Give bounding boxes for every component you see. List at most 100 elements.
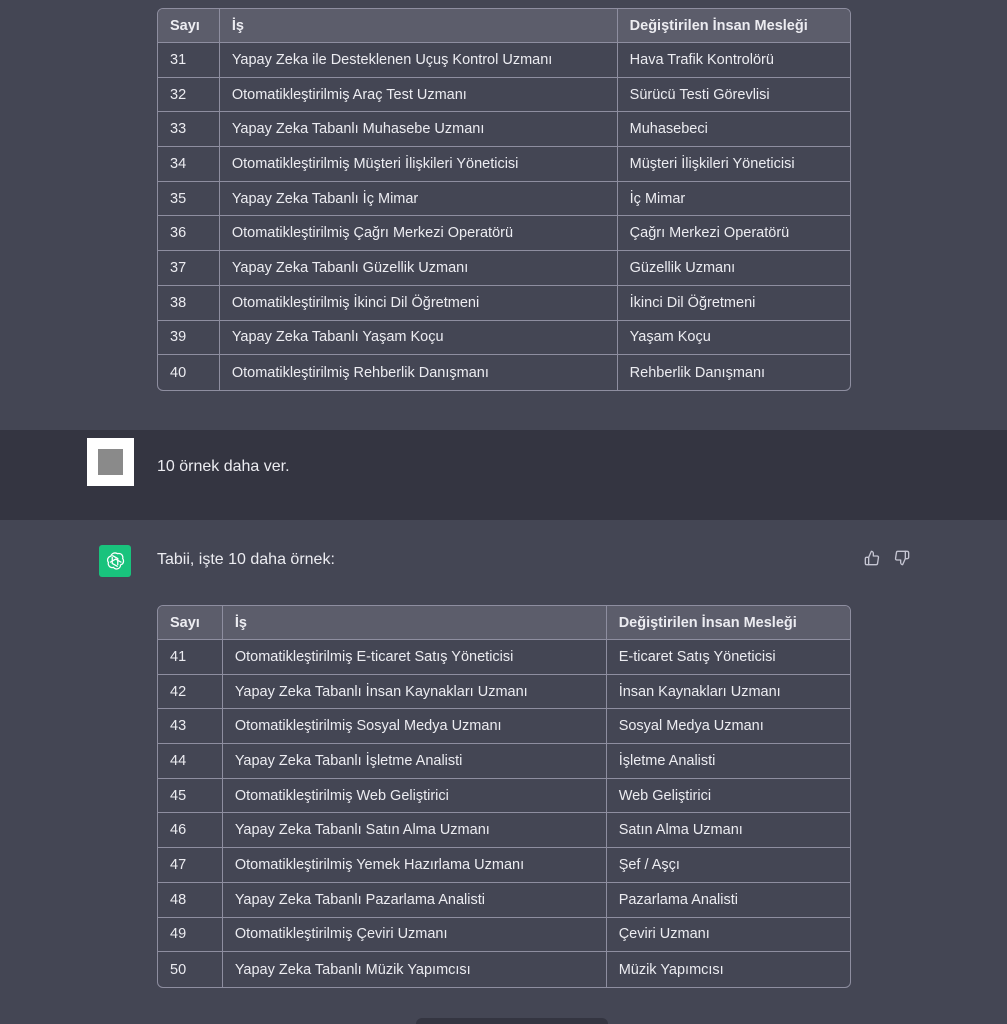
table-header-row: Sayı İş Değiştirilen İnsan Mesleği <box>158 9 850 43</box>
cell-sayi: 48 <box>158 882 223 918</box>
cell-meslek: Web Geliştirici <box>606 779 850 814</box>
user-avatar-icon <box>98 449 123 475</box>
cell-meslek: İkinci Dil Öğretmeni <box>617 286 850 321</box>
cell-sayi: 47 <box>158 848 223 883</box>
cell-is: Yapay Zeka Tabanlı Müzik Yapımcısı <box>223 952 607 987</box>
header-is: İş <box>219 9 618 43</box>
table-row: 45 Otomatikleştirilmiş Web Geliştirici Web… <box>158 778 850 814</box>
table-row: 46 Yapay Zeka Tabanlı Satın Alma Uzmanı Sa… <box>158 813 850 849</box>
cell-sayi: 36 <box>158 216 220 252</box>
cell-sayi: 32 <box>158 77 220 113</box>
cell-is: Yapay Zeka Tabanlı Güzellik Uzmanı <box>219 251 618 286</box>
table-row: 42 Yapay Zeka Tabanlı İnsan Kaynakları Uz… <box>158 674 850 710</box>
chat-page: Sayı İş Değiştirilen İnsan Mesleği 31 Yap… <box>0 0 1007 1024</box>
cell-meslek: Şef / Aşçı <box>606 848 850 883</box>
user-message-text: 10 örnek daha ver. <box>157 458 290 475</box>
cell-is: Otomatikleştirilmiş Rehberlik Danışmanı <box>220 355 618 390</box>
cell-is: Otomatikleştirilmiş E-ticaret Satış Yöne… <box>222 640 607 675</box>
cell-meslek: Çağrı Merkezi Operatörü <box>617 216 850 252</box>
cell-is: Otomatikleştirilmiş Yemek Hazırlama Uzma… <box>222 848 607 883</box>
cell-sayi: 49 <box>158 917 223 953</box>
cell-is: Otomatikleştirilmiş Sosyal Medya Uzmanı <box>222 709 607 745</box>
cell-meslek: Güzellik Uzmanı <box>617 251 850 286</box>
cell-is: Yapay Zeka Tabanlı İnsan Kaynakları Uzma… <box>222 674 607 710</box>
header-sayi: Sayı <box>158 9 220 43</box>
table-row: 39 Yapay Zeka Tabanlı Yaşam Koçu Yaşam Koç… <box>158 320 850 356</box>
header-meslek: Değiştirilen İnsan Mesleği <box>606 606 850 640</box>
cell-meslek: Müşteri İlişkileri Yöneticisi <box>617 147 850 182</box>
cell-sayi: 31 <box>158 43 220 78</box>
table-row: 44 Yapay Zeka Tabanlı İşletme Analisti İşl… <box>158 744 850 779</box>
cell-sayi: 41 <box>158 640 223 675</box>
table-row: 48 Yapay Zeka Tabanlı Pazarlama Analisti P… <box>158 882 850 918</box>
table-row: 50 Yapay Zeka Tabanlı Müzik Yapımcısı Müzi… <box>158 952 850 987</box>
table-row: 33 Yapay Zeka Tabanlı Muhasebe Uzmanı Muha… <box>158 112 850 148</box>
cell-sayi: 33 <box>158 112 220 148</box>
cell-meslek: Çeviri Uzmanı <box>606 918 850 953</box>
cell-sayi: 43 <box>158 709 223 745</box>
cell-meslek: E-ticaret Satış Yöneticisi <box>606 640 850 675</box>
cell-is: Otomatikleştirilmiş Web Geliştirici <box>222 778 607 814</box>
user-avatar <box>87 438 134 486</box>
cell-meslek: İç Mimar <box>617 182 850 217</box>
cell-is: Yapay Zeka Tabanlı Satın Alma Uzmanı <box>222 813 607 849</box>
thumbs-down-icon[interactable] <box>892 548 912 568</box>
cell-sayi: 37 <box>158 251 220 286</box>
cell-sayi: 35 <box>158 181 220 217</box>
table-row: 41 Otomatikleştirilmiş E-ticaret Satış Yö… <box>158 640 850 675</box>
cell-meslek: Hava Trafik Kontrolörü <box>617 43 850 78</box>
cell-is: Otomatikleştirilmiş Müşteri İlişkileri Y… <box>219 147 618 182</box>
table-row: 49 Otomatikleştirilmiş Çeviri Uzmanı Çevir… <box>158 917 850 953</box>
table-row: 40 Otomatikleştirilmiş Rehberlik Danışman… <box>158 355 850 390</box>
table-row: 36 Otomatikleştirilmiş Çağrı Merkezi Oper… <box>158 216 850 252</box>
cell-meslek: Müzik Yapımcısı <box>618 961 724 978</box>
table-row: 43 Otomatikleştirilmiş Sosyal Medya Uzman… <box>158 709 850 745</box>
table-row: 47 Otomatikleştirilmiş Yemek Hazırlama Uz… <box>158 848 850 883</box>
cell-meslek: Satın Alma Uzmanı <box>606 813 850 849</box>
assistant-intro-text: Tabii, işte 10 daha örnek: <box>157 551 335 568</box>
cell-meslek: Rehberlik Danışmanı <box>629 364 766 381</box>
cell-is: Yapay Zeka Tabanlı İşletme Analisti <box>222 744 607 779</box>
cell-sayi: 39 <box>158 320 220 356</box>
cell-meslek: Muhasebeci <box>617 112 850 148</box>
table-header-row: Sayı İş Değiştirilen İnsan Mesleği <box>158 606 850 640</box>
table-row: 38 Otomatikleştirilmiş İkinci Dil Öğretme… <box>158 285 850 321</box>
response-table-2: Sayı İş Değiştirilen İnsan Mesleği 41 Oto… <box>157 605 851 988</box>
cell-is: Otomatikleştirilmiş Çağrı Merkezi Operat… <box>219 216 618 252</box>
cell-is: Yapay Zeka Tabanlı Muhasebe Uzmanı <box>219 112 618 148</box>
cell-sayi: 45 <box>158 778 223 814</box>
user-message <box>0 430 1007 520</box>
thumbs-up-icon[interactable] <box>862 548 882 568</box>
cell-sayi: 40 <box>158 355 220 390</box>
cell-meslek: Yaşam Koçu <box>617 321 850 356</box>
header-meslek: Değiştirilen İnsan Mesleği <box>617 9 850 43</box>
cell-meslek: İnsan Kaynakları Uzmanı <box>606 675 850 710</box>
cell-meslek: Sürücü Testi Görevlisi <box>617 78 850 113</box>
cell-is: Otomatikleştirilmiş Çeviri Uzmanı <box>222 917 607 953</box>
cell-is: Yapay Zeka ile Desteklenen Uçuş Kontrol … <box>219 43 618 78</box>
header-sayi: Sayı <box>158 606 223 640</box>
cell-sayi: 46 <box>158 813 223 849</box>
cell-meslek: Pazarlama Analisti <box>606 883 850 918</box>
cell-is: Yapay Zeka Tabanlı İç Mimar <box>219 181 618 217</box>
cell-sayi: 34 <box>158 147 220 182</box>
cell-sayi: 44 <box>158 744 223 779</box>
openai-logo-icon <box>99 545 131 577</box>
cell-is: Otomatikleştirilmiş Araç Test Uzmanı <box>219 77 618 113</box>
table-row: 37 Yapay Zeka Tabanlı Güzellik Uzmanı Güze… <box>158 251 850 286</box>
cell-sayi: 38 <box>158 285 220 321</box>
cell-meslek: Sosyal Medya Uzmanı <box>606 709 850 745</box>
table-row: 32 Otomatikleştirilmiş Araç Test Uzmanı Sü… <box>158 77 850 113</box>
cell-is: Otomatikleştirilmiş İkinci Dil Öğretmeni <box>219 285 618 321</box>
response-table-1: Sayı İş Değiştirilen İnsan Mesleği 31 Yap… <box>157 8 851 391</box>
table-row: 31 Yapay Zeka ile Desteklenen Uçuş Kontro… <box>158 43 850 78</box>
table-row: 35 Yapay Zeka Tabanlı İç Mimar İç Mimar <box>158 181 850 217</box>
regenerate-button-edge[interactable] <box>416 1018 608 1024</box>
header-is: İş <box>222 606 607 640</box>
cell-is: Yapay Zeka Tabanlı Pazarlama Analisti <box>222 882 607 918</box>
cell-sayi: 50 <box>158 952 223 987</box>
cell-is: Yapay Zeka Tabanlı Yaşam Koçu <box>219 320 618 356</box>
cell-sayi: 42 <box>158 674 223 710</box>
cell-meslek: İşletme Analisti <box>606 744 850 779</box>
table-row: 34 Otomatikleştirilmiş Müşteri İlişkileri… <box>158 147 850 182</box>
